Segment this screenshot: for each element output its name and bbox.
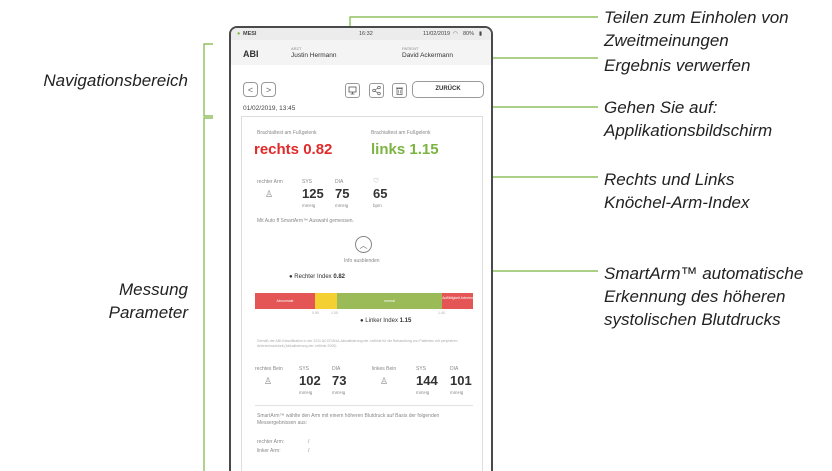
right-index-value: rechts 0.82: [254, 141, 333, 158]
device-screen: ● MESI 16:32 11/02/2019 ◠ 80% ▮ ABI ARZT…: [229, 26, 493, 471]
divider: [255, 405, 473, 406]
left-leg-label: linkes Bein: [372, 366, 397, 372]
status-brand: MESI: [243, 31, 257, 37]
left-index-small: 1.15: [399, 318, 412, 324]
right-leg-sys-unit: mmHg: [299, 390, 313, 395]
tick-b: 1.00: [331, 311, 338, 315]
arm-label: rechter Arm: [257, 179, 283, 185]
callout-share: Teilen zum Einholen von Zweitmeinungen: [604, 8, 789, 50]
tick-a: 0.90: [312, 311, 319, 315]
arm-sys-label: SYS: [302, 179, 313, 185]
right-index-marker: ● Rechter Index 0.82: [289, 274, 345, 280]
callout-measure: Messung Parameter: [108, 280, 188, 322]
left-index-dot-icon: ●: [360, 318, 364, 324]
right-leg-label: rechtes Bein: [255, 366, 283, 372]
monitor-share-icon: [348, 86, 357, 95]
abi-scale-bar: Abnormale normal Auffälligkeit Arterien: [255, 293, 473, 309]
page-title: ABI: [243, 49, 259, 59]
right-leg-sys-label: SYS: [299, 366, 310, 372]
left-arm-result-value: /: [308, 448, 310, 454]
share-monitor-button[interactable]: [345, 83, 360, 98]
status-bar: ● MESI 16:32 11/02/2019 ◠ 80% ▮: [231, 28, 491, 40]
arm-sys-unit: mmHg: [302, 203, 316, 208]
callout-smartarm: SmartArm™ automatische Erkennung des höh…: [604, 264, 804, 329]
bracket-measure: [203, 117, 213, 471]
next-button[interactable]: >: [261, 82, 276, 97]
status-battery: 80%: [463, 31, 475, 37]
status-time: 16:32: [359, 31, 373, 37]
right-leg-dia-unit: mmHg: [332, 390, 346, 395]
discard-button[interactable]: [392, 83, 407, 98]
smartarm-explanation: SmartArm™ wählte den Arm mit einem höher…: [257, 413, 440, 426]
right-index-small: 0.82: [333, 274, 346, 280]
arm-dia-value: 75: [335, 186, 350, 201]
left-leg-person-icon: ♙: [380, 376, 389, 386]
doctor-name: Justin Hermann: [291, 52, 337, 59]
scale-seg-yellow: [315, 293, 337, 309]
battery-icon: ▮: [479, 31, 483, 37]
scale-seg-green: normal: [337, 293, 442, 309]
scale-seg-red: Abnormale: [255, 293, 315, 309]
share-icon: [372, 85, 381, 96]
pulse-value: 65: [373, 186, 388, 201]
right-leg-dia: 73: [332, 373, 347, 388]
pulse-unit: bpm: [373, 203, 382, 208]
left-leg-dia-unit: mmHg: [450, 390, 464, 395]
arm-sys-value: 125: [302, 186, 324, 201]
right-leg-sys: 102: [299, 373, 321, 388]
prev-button[interactable]: <: [243, 82, 258, 97]
leader-goto: [483, 97, 598, 108]
app-header: ABI ARZT Justin Hermann PATIENT David Ac…: [231, 40, 491, 65]
left-result-label: Brachialtest am Fußgelenk: [371, 130, 431, 136]
left-arm-result-label: linker Arm:: [257, 448, 281, 454]
right-index-label: Rechter Index: [294, 274, 332, 280]
status-logo-icon: ●: [237, 31, 241, 37]
left-leg-sys-label: SYS: [416, 366, 427, 372]
left-index-value: links 1.15: [371, 141, 439, 158]
callout-goto: Gehen Sie auf: Applikationsbildschirm: [604, 98, 773, 140]
arm-dia-label: DIA: [335, 179, 344, 185]
share-button[interactable]: [369, 83, 384, 98]
right-arm-result-value: /: [308, 439, 310, 445]
heart-icon: ♡: [373, 178, 380, 185]
right-index-dot-icon: ●: [289, 274, 293, 280]
patient-name: David Ackermann: [402, 52, 453, 59]
bracket-nav: [203, 43, 213, 117]
doctor-label: ARZT: [291, 46, 302, 51]
patient-label: PATIENT: [402, 46, 419, 51]
collapse-info-button[interactable]: ︿: [355, 236, 372, 253]
arm-person-icon: ♙: [265, 189, 274, 199]
wifi-icon: ◠: [453, 31, 458, 37]
left-index-marker: ● Linker Index 1.15: [360, 318, 411, 324]
tick-c: 1.40: [438, 311, 445, 315]
hide-info-label: Info ausblenden: [344, 258, 380, 264]
right-leg-person-icon: ♙: [264, 376, 273, 386]
left-leg-dia-label: DIA: [450, 366, 459, 372]
callout-nav: Navigationsbereich: [43, 71, 188, 90]
callout-index: Rechts und Links Knöchel-Arm-Index: [604, 170, 750, 212]
smartarm-note: Mit Auto ff SmartArm™ Auswahl gemessen.: [257, 218, 354, 224]
right-leg-dia-label: DIA: [332, 366, 341, 372]
guideline-text: Gemäß der ABI-Klassifikation in der 2011…: [257, 339, 458, 348]
callout-discard: Ergebnis verwerfen: [604, 56, 751, 75]
measurement-datetime: 01/02/2019, 13:45: [243, 105, 296, 112]
trash-icon: [396, 87, 403, 95]
arm-dia-unit: mmHg: [335, 203, 349, 208]
left-leg-dia: 101: [450, 373, 472, 388]
scale-seg-right: Auffälligkeit Arterien: [442, 293, 473, 309]
left-leg-sys: 144: [416, 373, 438, 388]
chevron-up-icon: ︿: [359, 241, 368, 250]
left-index-label: Linker Index: [365, 318, 398, 324]
back-button[interactable]: ZURÜCK: [412, 81, 484, 98]
status-date: 11/02/2019: [423, 31, 451, 37]
right-arm-result-label: rechter Arm:: [257, 439, 285, 445]
right-result-label: Brachialtest am Fußgelenk: [257, 130, 317, 136]
left-leg-sys-unit: mmHg: [416, 390, 430, 395]
measurement-panel: Brachialtest am Fußgelenk rechts 0.82 Br…: [241, 116, 483, 471]
